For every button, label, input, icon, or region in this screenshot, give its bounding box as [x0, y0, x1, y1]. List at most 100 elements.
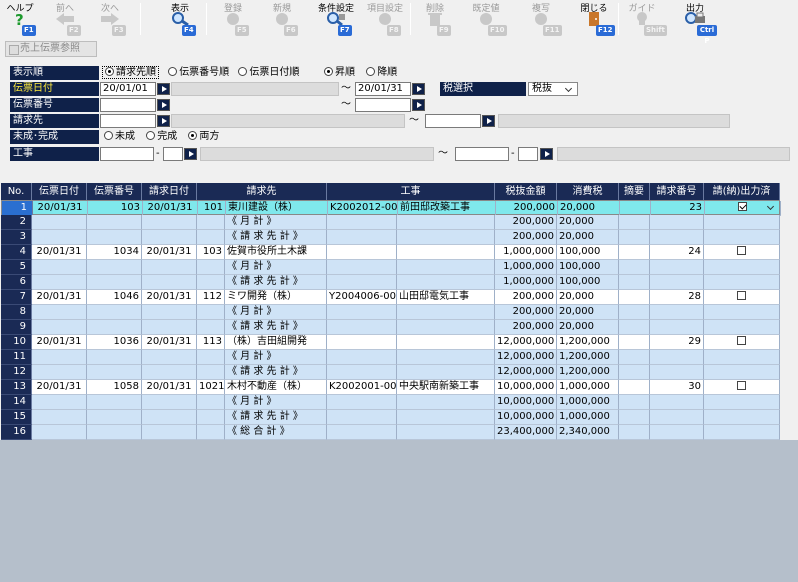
table-row[interactable]: 9 《 請 求 先 計 》 200,000 20,000: [1, 320, 780, 335]
order-radio-asc[interactable]: 昇順: [324, 67, 355, 78]
toolbar-button-8[interactable]: 項目設定 F8: [364, 0, 406, 38]
work-to-sub-input[interactable]: [518, 147, 538, 161]
output-checkbox[interactable]: [737, 381, 746, 390]
toolbar-button-1[interactable]: ヘルプ? F1: [2, 0, 38, 38]
billing-from-search-button[interactable]: [157, 115, 170, 127]
function-key-badge: F8: [387, 25, 401, 36]
table-row[interactable]: 16 《 総 合 計 》 23,400,000 2,340,000: [1, 425, 780, 440]
column-header[interactable]: 税抜金額: [495, 183, 557, 200]
status-radio-incomplete[interactable]: 未成: [104, 131, 135, 142]
tax-select[interactable]: 税抜: [528, 82, 578, 96]
billing-to-input[interactable]: [425, 114, 481, 128]
voucher-date-cell: 20/01/31: [33, 201, 88, 216]
sort-radio-voucher[interactable]: 伝票番号順: [168, 67, 229, 78]
sales-voucher-ref-button[interactable]: 売上伝票参照: [5, 41, 97, 57]
column-header[interactable]: 請求番号: [650, 183, 704, 200]
billing-from-input[interactable]: [100, 114, 156, 128]
voucher-to-search-button[interactable]: [412, 99, 425, 111]
toolbar-button-9[interactable]: 削除 F9: [416, 0, 454, 38]
column-header[interactable]: 消費税: [557, 183, 619, 200]
radio-icon: [238, 67, 248, 76]
tax-cell: 1,200,000: [557, 365, 619, 380]
row-number: 1: [2, 201, 33, 216]
table-row[interactable]: 2 《 月 計 》 200,000 20,000: [1, 215, 780, 230]
output-checkbox[interactable]: [737, 291, 746, 300]
column-header[interactable]: No.: [1, 183, 32, 200]
sort-radio-date[interactable]: 伝票日付順: [238, 67, 299, 78]
work-from-search-button[interactable]: [184, 148, 197, 160]
date-to-input[interactable]: 20/01/31: [355, 82, 411, 96]
toolbar-button-4[interactable]: 表示 F4: [160, 0, 200, 38]
billing-name-cell: 《 月 計 》: [225, 260, 327, 275]
voucher-number-cell: [87, 365, 142, 380]
column-header[interactable]: 伝票日付: [32, 183, 87, 200]
toolbar-button-13[interactable]: ガイド Shift: [622, 0, 667, 38]
grid-header: No. 伝票日付 伝票番号 請求日付 請求先 工事 税抜金額 消費税 摘要 請求番号 請(納)出力済: [1, 183, 780, 200]
work-code-cell: [327, 350, 397, 365]
toolbar-button-10[interactable]: 既定値 F10: [464, 0, 508, 38]
work-code-cell: [327, 395, 397, 410]
toolbar-button-12[interactable]: 閉じる F12: [572, 0, 616, 38]
date-from-input[interactable]: 20/01/01: [100, 82, 156, 96]
work-from-code-input[interactable]: [100, 147, 154, 161]
table-row[interactable]: 10 20/01/31 1036 20/01/31 113 （株）吉田組開発 12,000,…: [1, 335, 780, 350]
column-header[interactable]: 伝票番号: [87, 183, 142, 200]
table-row[interactable]: 1 20/01/31 103 20/01/31 101 東川建設（株） K2002012-0…: [1, 200, 781, 216]
table-row[interactable]: 4 20/01/31 1034 20/01/31 103 佐賀市役所土木課 1,000,00…: [1, 245, 780, 260]
column-header[interactable]: 工事: [327, 183, 495, 200]
table-row[interactable]: 6 《 請 求 先 計 》 1,000,000 100,000: [1, 275, 780, 290]
date-from-picker-button[interactable]: [157, 83, 170, 95]
amount-cell: 23,400,000: [495, 425, 557, 440]
output-checkbox[interactable]: [737, 336, 746, 345]
work-name-cell: [397, 350, 495, 365]
voucher-date-cell: [32, 305, 87, 320]
table-row[interactable]: 11 《 月 計 》 12,000,000 1,200,000: [1, 350, 780, 365]
toolbar-button-7[interactable]: 条件設定 F7: [310, 0, 362, 38]
status-radio-both[interactable]: 両方: [188, 131, 219, 142]
voucher-date-cell: [32, 365, 87, 380]
toolbar-button-5[interactable]: 登録 F5: [212, 0, 254, 38]
table-row[interactable]: 3 《 請 求 先 計 》 200,000 20,000: [1, 230, 780, 245]
voucher-number-cell: [87, 320, 142, 335]
voucher-from-input[interactable]: [100, 98, 156, 112]
date-to-picker-button[interactable]: [412, 83, 425, 95]
function-key-badge: F2: [67, 25, 81, 36]
toolbar-button-11[interactable]: 複写 F11: [519, 0, 563, 38]
range-tilde: ～: [341, 83, 351, 94]
toolbar-button-6[interactable]: 新規 F6: [262, 0, 302, 38]
work-from-sub-input[interactable]: [163, 147, 183, 161]
column-header[interactable]: 請求先: [197, 183, 327, 200]
table-row[interactable]: 14 《 月 計 》 10,000,000 1,000,000: [1, 395, 780, 410]
output-checkbox[interactable]: [738, 202, 747, 211]
table-row[interactable]: 7 20/01/31 1046 20/01/31 112 ミワ開発（株） Y2004006-…: [1, 290, 780, 305]
column-header[interactable]: 請求日付: [142, 183, 197, 200]
billing-code-cell: [197, 395, 225, 410]
toolbar-button-14[interactable]: 出力 Ctrl P: [673, 0, 717, 45]
amount-cell: 1,000,000: [495, 260, 557, 275]
toolbar-button-3[interactable]: 次へ F3: [92, 0, 128, 38]
status-radio-complete[interactable]: 完成: [146, 131, 177, 142]
table-row[interactable]: 12 《 請 求 先 計 》 12,000,000 1,200,000: [1, 365, 780, 380]
output-checkbox[interactable]: [737, 246, 746, 255]
amount-cell: 12,000,000: [495, 335, 557, 350]
table-row[interactable]: 5 《 月 計 》 1,000,000 100,000: [1, 260, 780, 275]
table-row[interactable]: 8 《 月 計 》 200,000 20,000: [1, 305, 780, 320]
order-radio-desc[interactable]: 降順: [366, 67, 397, 78]
table-row[interactable]: 15 《 請 求 先 計 》 10,000,000 1,000,000: [1, 410, 780, 425]
work-to-search-button[interactable]: [540, 148, 553, 160]
sort-radio-billing[interactable]: 請求先順: [102, 66, 159, 79]
table-row[interactable]: 13 20/01/31 1058 20/01/31 1021 木村不動産（株） K20020…: [1, 380, 780, 395]
column-header[interactable]: 請(納)出力済: [704, 183, 780, 200]
column-header[interactable]: 摘要: [619, 183, 650, 200]
function-key-badge: F4: [182, 25, 196, 36]
voucher-date-cell: [32, 350, 87, 365]
voucher-to-input[interactable]: [355, 98, 411, 112]
voucher-date-cell: 20/01/31: [32, 380, 87, 395]
billing-code-cell: [197, 215, 225, 230]
billing-to-search-button[interactable]: [482, 115, 495, 127]
toolbar-button-2[interactable]: 前へ F2: [47, 0, 83, 38]
work-to-code-input[interactable]: [455, 147, 509, 161]
radio-label: 降順: [377, 67, 398, 78]
voucher-from-search-button[interactable]: [157, 99, 170, 111]
sort-order-label: 表示順: [10, 66, 99, 80]
